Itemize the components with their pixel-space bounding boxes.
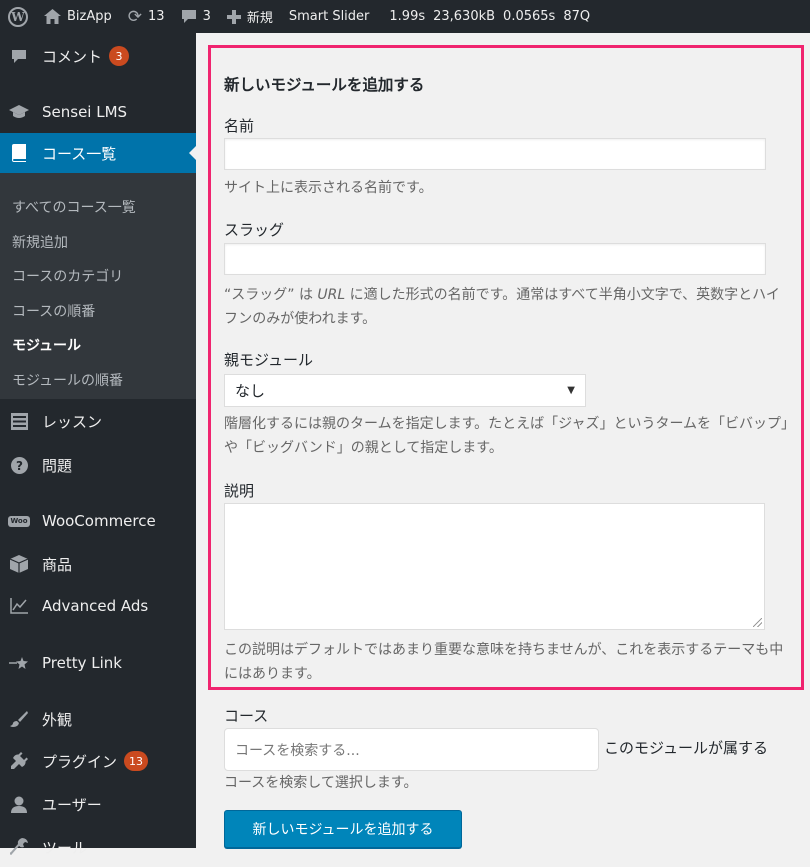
parent-module-selected: なし [235, 382, 266, 400]
slug-description: “スラッグ” は URL に適した形式の名前です。通常はすべて半角小文字で、英数… [224, 287, 780, 327]
submenu-modules[interactable]: モジュール [0, 328, 196, 363]
graduation-cap-icon [8, 105, 30, 119]
submenu-module-order[interactable]: モジュールの順番 [0, 363, 196, 398]
slug-label: スラッグ [224, 221, 285, 239]
menu-item-users[interactable]: ユーザー [0, 784, 196, 824]
submenu-add-new[interactable]: 新規追加 [0, 225, 196, 260]
parent-module-description: 階層化するには親のタームを指定します。たとえば「ジャズ」というタームを「ビバップ… [224, 416, 789, 456]
parent-module-label: 親モジュール [224, 351, 313, 369]
menu-label: コメント [42, 47, 103, 66]
chart-line-icon [8, 598, 30, 614]
site-name-menu[interactable]: BizApp [36, 0, 120, 33]
menu-label: Sensei LMS [42, 103, 128, 121]
star-link-icon [8, 657, 30, 669]
course-description: コースを検索して選択します。 [224, 775, 418, 791]
updates-count: 13 [148, 9, 165, 24]
main-content: 新しいモジュールを追加する 名前 サイト上に表示される名前です。 スラッグ “ス… [196, 33, 810, 848]
plus-icon [226, 9, 241, 24]
submenu-course-categories[interactable]: コースのカテゴリ [0, 259, 196, 294]
menu-label: 商品 [42, 555, 73, 574]
archive-box-icon [8, 555, 30, 573]
wordpress-logo-icon: W [8, 6, 28, 27]
updates-menu[interactable]: ⟳ 13 [120, 0, 173, 33]
menu-label: プラグイン [42, 752, 118, 771]
admin-bar: W BizApp ⟳ 13 3 新規 Smart Slider 1.99s 23… [0, 0, 810, 33]
menu-label: WooCommerce [42, 512, 156, 530]
courses-submenu: すべてのコース一覧 新規追加 コースのカテゴリ コースの順番 モジュール モジュ… [0, 173, 196, 399]
dropdown-arrow-icon: ▼ [567, 385, 575, 396]
menu-item-pretty-link[interactable]: Pretty Link [0, 643, 196, 683]
comments-menu[interactable]: 3 [173, 0, 219, 33]
menu-label: コース一覧 [42, 144, 117, 163]
question-icon: ? [8, 456, 30, 474]
svg-text:?: ? [16, 459, 23, 473]
new-label: 新規 [246, 11, 273, 26]
plugin-plug-icon [8, 752, 30, 770]
new-content-menu[interactable]: 新規 [219, 0, 281, 33]
menu-label: Pretty Link [42, 654, 122, 672]
menu-item-tools[interactable]: ツール [0, 827, 196, 867]
comment-bubble-icon [181, 9, 197, 24]
description-textarea[interactable] [224, 503, 765, 630]
menu-item-comments[interactable]: コメント 3 [0, 36, 196, 76]
description-label: 説明 [224, 482, 255, 500]
plugins-badge: 13 [124, 751, 149, 771]
menu-item-questions[interactable]: ? 問題 [0, 445, 196, 485]
user-icon [8, 796, 30, 813]
list-icon [8, 412, 30, 430]
comments-count: 3 [202, 9, 211, 24]
name-label: 名前 [224, 117, 255, 135]
site-name: BizApp [67, 9, 112, 24]
smart-slider-menu[interactable]: Smart Slider [281, 0, 378, 33]
comment-icon [8, 49, 30, 64]
menu-item-courses[interactable]: コース一覧 [0, 133, 197, 173]
book-icon [8, 144, 30, 162]
smart-slider-label: Smart Slider [288, 9, 370, 24]
menu-label: レッスン [42, 412, 103, 431]
form-title: 新しいモジュールを追加する [224, 76, 425, 94]
menu-item-sensei-lms[interactable]: Sensei LMS [0, 92, 196, 132]
stat-query-time: 0.0565s [503, 9, 556, 24]
resize-grip-icon[interactable] [753, 618, 762, 627]
parent-module-select[interactable]: なし ▼ [224, 374, 586, 407]
stat-time: 1.99s [389, 9, 426, 24]
menu-label: 問題 [42, 456, 73, 475]
menu-label: ユーザー [42, 795, 102, 814]
menu-item-advanced-ads[interactable]: Advanced Ads [0, 586, 196, 626]
menu-item-appearance[interactable]: 外観 [0, 699, 196, 739]
comments-badge: 3 [109, 46, 130, 66]
course-inline-note: このモジュールが属する [604, 739, 768, 757]
add-module-button[interactable]: 新しいモジュールを追加する [224, 810, 462, 848]
course-label: コース [224, 707, 269, 725]
course-search-input[interactable]: コースを検索する... [224, 728, 599, 771]
name-input[interactable] [224, 138, 766, 170]
slug-input[interactable] [224, 243, 766, 275]
query-monitor-stats[interactable]: 1.99s 23,630kB 0.0565s 87Q [377, 0, 602, 33]
menu-item-woocommerce[interactable]: Woo WooCommerce [0, 501, 196, 541]
refresh-icon: ⟳ [127, 6, 143, 27]
paintbrush-icon [8, 710, 30, 728]
menu-item-plugins[interactable]: プラグイン 13 [0, 741, 196, 781]
admin-sidebar: コメント 3 Sensei LMS コース一覧 すべてのコース一覧 新規追加 コ… [0, 33, 197, 857]
description-help: この説明はデフォルトではあまり重要な意味を持ちませんが、これを表示するテーマも中… [224, 642, 784, 682]
menu-label: Advanced Ads [42, 597, 149, 615]
course-search-placeholder: コースを検索する... [235, 742, 360, 759]
menu-item-lessons[interactable]: レッスン [0, 401, 196, 441]
menu-item-products[interactable]: 商品 [0, 544, 196, 584]
menu-label: ツール [42, 838, 88, 857]
stat-queries: 87Q [563, 9, 591, 24]
submenu-course-order[interactable]: コースの順番 [0, 294, 196, 329]
wrench-icon [8, 838, 30, 856]
submenu-all-courses[interactable]: すべてのコース一覧 [0, 190, 196, 225]
woocommerce-icon: Woo [8, 515, 30, 527]
name-description: サイト上に表示される名前です。 [224, 180, 433, 196]
stat-memory: 23,630kB [433, 9, 496, 24]
wp-logo-menu[interactable]: W [0, 0, 36, 33]
menu-label: 外観 [42, 710, 73, 729]
home-icon [44, 9, 61, 24]
